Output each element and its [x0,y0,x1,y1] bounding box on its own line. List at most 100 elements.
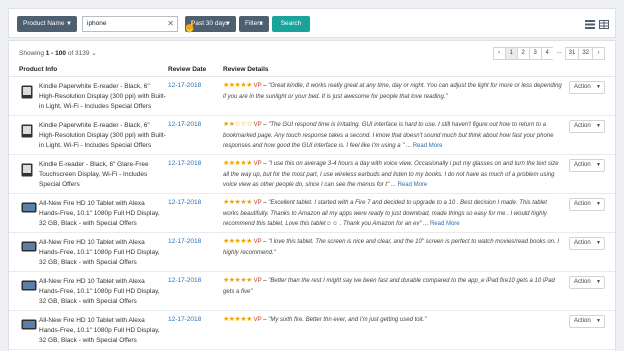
table-row: All-New Fire HD 10 Tablet with Alexa Han… [9,273,615,311]
verified-purchase-badge: VP [253,83,262,89]
review-details: ★★★★★ VP – "I love this tablet. The scre… [223,238,559,256]
caret-down-icon: ▼ [225,21,231,27]
review-date-link[interactable]: 12-17-2018 [168,277,201,284]
star-rating: ★★☆☆☆ [223,121,252,128]
action-label: Action [574,279,591,285]
col-product-info: Product Info [19,66,58,73]
action-label: Action [574,318,591,324]
clear-icon[interactable]: ✕ [167,17,174,31]
col-review-date: Review Date [168,66,207,73]
review-date-link[interactable]: 12-17-2018 [168,316,201,323]
review-details: ★★★★★ VP – "I use this on average 3-4 ho… [223,160,559,188]
reviews-panel: Showing 1 - 100 of 3139 ⌄ ‹ 1 2 3 4... 31 32 ›… [8,40,616,351]
review-text: "I use this on average 3-4 hours a day w… [223,161,559,188]
product-name-dropdown[interactable]: Product Name ▼ [17,16,77,32]
product-name: Kindle Paperwhite E-reader - Black, 6" H… [39,122,166,149]
star-rating: ★★★★★ [223,277,252,284]
verified-purchase-badge: VP [253,239,262,245]
kindle-thumbnail [21,85,33,99]
review-date-link[interactable]: 12-17-2018 [168,238,201,245]
star-rating: ★★★★★ [223,82,252,89]
review-details: ★★☆☆☆ VP – "The GUI respond time is irri… [223,121,554,149]
review-details: ★★★★★ VP – "My sixth fire. Better thn ev… [223,316,427,323]
action-dropdown[interactable]: Action ▼ [569,315,605,328]
page-31-button[interactable]: 31 [564,47,580,60]
caret-down-icon: ▼ [596,318,601,324]
review-details: ★★★★★ VP – "Excellent tablet. I started … [223,199,547,227]
review-date-link[interactable]: 12-17-2018 [168,82,201,89]
table-row: All-New Fire HD 10 Tablet with Alexa Han… [9,312,615,350]
tablet-thumbnail [21,202,37,216]
pagination: ‹ 1 2 3 4... 31 32 › [492,47,605,60]
action-label: Action [574,240,591,246]
col-review-details: Review Details [223,66,269,73]
action-dropdown[interactable]: Action ▼ [569,120,605,133]
star-rating: ★★★★★ [223,316,252,323]
product-name: Kindle E-reader - Black, 6" Glare-Free T… [39,161,149,188]
action-dropdown[interactable]: Action ▼ [569,159,605,172]
action-label: Action [574,201,591,207]
review-details: ★★★★★ VP – "Great kindle, it works reall… [223,82,562,100]
caret-down-icon: ▼ [596,162,601,168]
page-32-button[interactable]: 32 [578,47,593,60]
verified-purchase-badge: VP [253,161,262,167]
grid-view-icon[interactable] [599,20,609,29]
table-row: All-New Fire HD 10 Tablet with Alexa Han… [9,195,615,233]
read-more-link[interactable]: Read More [398,182,428,188]
caret-down-icon: ▼ [66,21,72,27]
next-page-button[interactable]: › [592,47,605,60]
tablet-thumbnail [21,319,37,333]
read-more-link[interactable]: Read More [430,221,460,227]
search-value: iphone [87,20,107,27]
search-input[interactable]: iphone ✕ [82,16,178,32]
review-text: "Excellent tablet. I started with a Fire… [223,200,547,227]
action-dropdown[interactable]: Action ▼ [569,237,605,250]
action-dropdown[interactable]: Action ▼ [569,81,605,94]
action-label: Action [574,123,591,129]
read-more-link[interactable]: Read More [413,143,443,149]
table-row: Kindle E-reader - Black, 6" Glare-Free T… [9,156,615,194]
results-count: Showing 1 - 100 of 3139 ⌄ [19,50,97,57]
table-row: Kindle Paperwhite E-reader - Black, 6" H… [9,78,615,116]
action-label: Action [574,84,591,90]
chevron-down-icon[interactable]: ⌄ [91,50,96,57]
action-dropdown[interactable]: Action ▼ [569,198,605,211]
filter-toolbar: Product Name ▼ iphone ✕ Past 30 days ▼ F… [8,8,616,38]
table-row: All-New Fire HD 10 Tablet with Alexa Han… [9,234,615,272]
product-name: All-New Fire HD 10 Tablet with Alexa Han… [39,317,160,344]
star-rating: ★★★★★ [223,160,252,167]
star-rating: ★★★★★ [223,199,252,206]
search-button[interactable]: Search [272,16,310,32]
review-text: "Great kindle, it works really great at … [223,83,562,100]
action-label: Action [574,162,591,168]
review-text: "The GUI respond time is irritating. GUI… [223,122,554,149]
product-name: All-New Fire HD 10 Tablet with Alexa Han… [39,239,160,266]
table-header: Product Info Review Date Review Details [9,64,615,77]
tablet-thumbnail [21,241,37,255]
verified-purchase-badge: VP [253,278,262,284]
review-date-link[interactable]: 12-17-2018 [168,199,201,206]
list-view-icon[interactable] [585,20,595,29]
review-text: "Better than the rest I might say ive be… [223,278,555,295]
tablet-thumbnail [21,280,37,294]
product-dropdown-label: Product Name [23,20,65,27]
review-text: "My sixth fire. Better thn ever, and I'm… [268,317,427,323]
kindle-thumbnail [21,163,33,177]
filters-dropdown[interactable]: Filters ▼ [239,16,269,32]
review-date-link[interactable]: 12-17-2018 [168,121,201,128]
hand-cursor-icon: ☝ [183,21,197,33]
verified-purchase-badge: VP [253,317,262,323]
kindle-thumbnail [21,124,33,138]
product-name: Kindle Paperwhite E-reader - Black, 6" H… [39,83,166,110]
star-rating: ★★★★★ [223,238,252,245]
review-text: "I love this tablet. The screen is nice … [223,239,559,256]
caret-down-icon: ▼ [596,240,601,246]
review-details: ★★★★★ VP – "Better than the rest I might… [223,277,555,295]
table-row: Kindle Paperwhite E-reader - Black, 6" H… [9,117,615,155]
caret-down-icon: ▼ [596,201,601,207]
review-date-link[interactable]: 12-17-2018 [168,160,201,167]
product-name: All-New Fire HD 10 Tablet with Alexa Han… [39,200,160,227]
caret-down-icon: ▼ [596,123,601,129]
action-dropdown[interactable]: Action ▼ [569,276,605,289]
caret-down-icon: ▼ [596,84,601,90]
